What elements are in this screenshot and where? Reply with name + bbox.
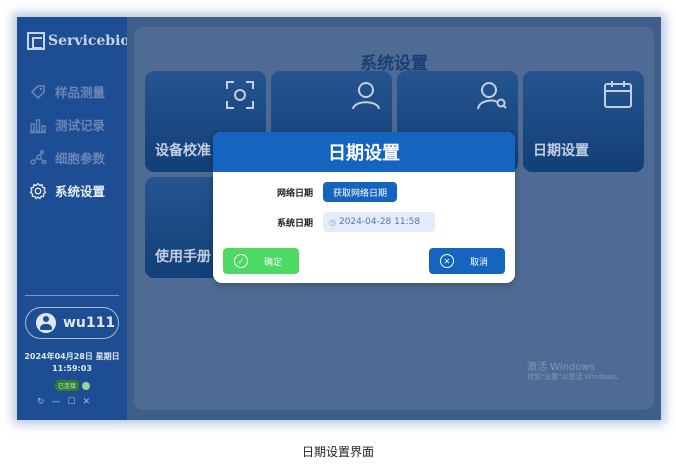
- bar-chart-icon: [29, 116, 47, 134]
- status-badge: 已连接: [55, 380, 80, 391]
- card-label: 使用手册: [155, 249, 211, 265]
- refresh-icon[interactable]: ↻: [37, 397, 45, 407]
- minimize-icon[interactable]: —: [52, 397, 61, 407]
- date-settings-dialog: 日期设置 网络日期 获取网络日期 系统日期 ◷ 2024-04-28 11:58…: [213, 132, 515, 283]
- username: wu111: [63, 315, 116, 331]
- dialog-title: 日期设置: [213, 132, 515, 172]
- status-dot-icon: [82, 381, 91, 390]
- confirm-label: 确定: [264, 257, 283, 268]
- sidebar: Servicebio 样品测量 测试记录 细胞参数 系统设置 wu111 202…: [17, 17, 130, 420]
- cancel-button[interactable]: ✕ 取消: [429, 248, 505, 274]
- maximize-icon[interactable]: ☐: [68, 397, 76, 407]
- card-label: 设备校准: [155, 143, 211, 159]
- sidebar-nav: 样品测量 测试记录 细胞参数 系统设置: [29, 75, 105, 207]
- brand-name: Servicebio: [48, 33, 130, 49]
- sidebar-item-cell-params[interactable]: 细胞参数: [29, 141, 105, 174]
- system-date-row: 系统日期 ◷ 2024-04-28 11:58: [213, 212, 435, 232]
- get-network-date-button[interactable]: 获取网络日期: [323, 182, 398, 202]
- card-date-settings[interactable]: 日期设置: [523, 71, 644, 172]
- card-label: 日期设置: [533, 143, 589, 159]
- nodes-icon: [29, 149, 47, 167]
- window-controls: ↻ — ☐ ✕: [37, 397, 90, 407]
- sidebar-item-label: 测试记录: [55, 118, 106, 133]
- logo-icon: [27, 32, 45, 50]
- figure-caption: 日期设置界面: [301, 445, 374, 459]
- system-date-input[interactable]: ◷ 2024-04-28 11:58: [323, 212, 435, 232]
- clock-display: 2024年04月28日 星期日 11:59:03: [17, 351, 127, 375]
- scan-icon: [224, 79, 256, 111]
- cancel-label: 取消: [470, 257, 489, 268]
- tag-icon: [29, 83, 47, 101]
- system-date-value: 2024-04-28 11:58: [338, 217, 421, 227]
- connection-status: 已连接: [55, 380, 91, 391]
- sidebar-divider: [25, 295, 119, 296]
- system-date-label: 系统日期: [276, 218, 313, 229]
- sidebar-item-sample-measure[interactable]: 样品测量: [29, 75, 105, 108]
- avatar-icon: [36, 313, 56, 333]
- close-circle-icon: ✕: [440, 254, 454, 268]
- close-icon[interactable]: ✕: [83, 397, 91, 407]
- network-date-label: 网络日期: [276, 188, 313, 199]
- time-line: 11:59:03: [52, 364, 92, 373]
- network-date-row: 网络日期 获取网络日期: [213, 182, 398, 202]
- sidebar-item-label: 细胞参数: [55, 151, 106, 166]
- date-line: 2024年04月28日 星期日: [24, 352, 120, 361]
- gear-icon: [29, 182, 47, 200]
- sidebar-item-test-records[interactable]: 测试记录: [29, 108, 105, 141]
- confirm-button[interactable]: ✓ 确定: [223, 248, 299, 274]
- user-search-icon: [476, 79, 508, 111]
- check-icon: ✓: [234, 254, 248, 268]
- brand: Servicebio: [27, 32, 130, 50]
- activation-watermark-sub: 转到"设置"以激活 Windows。: [527, 373, 623, 381]
- sidebar-item-label: 样品测量: [55, 85, 106, 100]
- user-icon: [350, 79, 382, 111]
- clock-icon: ◷: [329, 217, 336, 227]
- sidebar-item-system-settings[interactable]: 系统设置: [29, 174, 105, 207]
- calendar-icon: [602, 79, 634, 111]
- sidebar-item-label: 系统设置: [55, 184, 106, 199]
- app-window: Servicebio 样品测量 测试记录 细胞参数 系统设置 wu111 202…: [17, 17, 661, 420]
- activation-watermark: 激活 Windows: [527, 362, 595, 373]
- user-account-button[interactable]: wu111: [25, 307, 119, 339]
